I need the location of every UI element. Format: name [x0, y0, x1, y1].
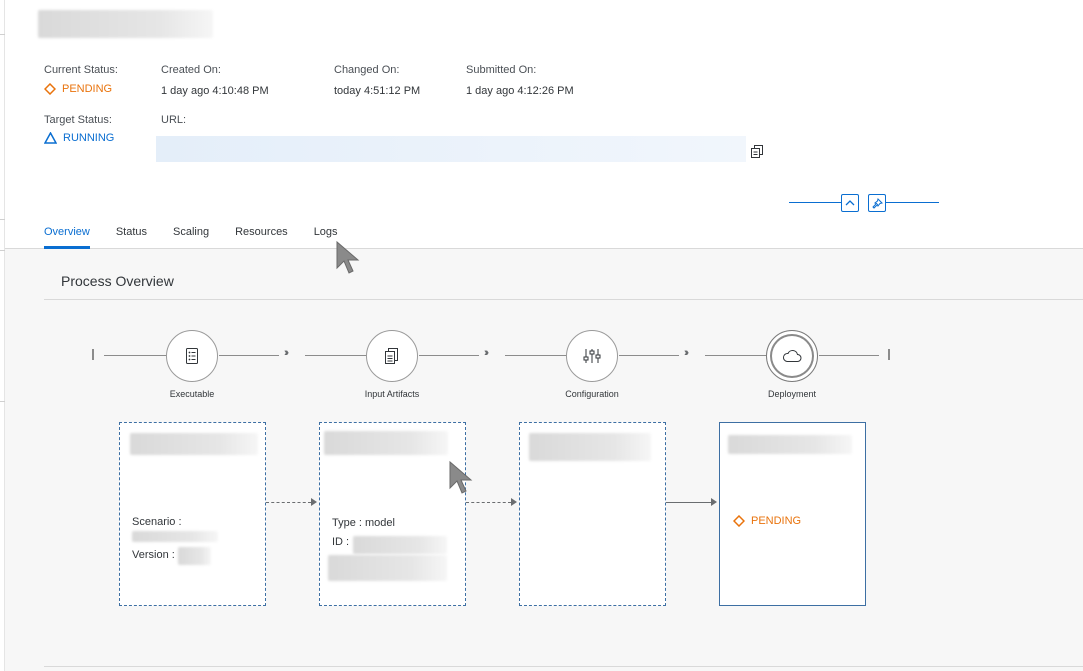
documents-icon	[385, 348, 398, 364]
collapse-line	[886, 202, 939, 203]
deployment-status: PENDING	[733, 515, 801, 527]
changed-on-value: today 4:51:12 PM	[334, 85, 421, 97]
arrow-icon	[711, 498, 717, 506]
blurred-title	[38, 10, 213, 38]
flow-line	[705, 355, 766, 356]
current-status-label: Current Status:	[44, 64, 118, 76]
edge-mark	[0, 250, 5, 251]
changed-on-label: Changed On:	[334, 64, 400, 76]
flow-line	[819, 355, 879, 356]
current-status-value: PENDING	[62, 83, 113, 95]
url-label: URL:	[161, 114, 187, 126]
section-divider	[44, 666, 1083, 667]
artifact-id-label: ID :	[332, 536, 350, 548]
arrow-icon	[311, 498, 317, 506]
blurred-scenario	[132, 531, 218, 542]
target-status-value: RUNNING	[63, 132, 115, 144]
tab-overview[interactable]: Overview	[44, 222, 90, 249]
card-connector	[666, 502, 711, 503]
pin-header-button[interactable]	[868, 194, 886, 212]
chevrons-icon: ›››	[284, 347, 289, 359]
flow-start-cap	[92, 349, 94, 360]
current-status: PENDING	[44, 83, 112, 95]
submitted-on-value: 1 day ago 4:12:26 PM	[466, 85, 574, 97]
tab-scaling[interactable]: Scaling	[173, 222, 209, 249]
mouse-cursor-icon	[336, 240, 360, 274]
edge-mark	[0, 34, 5, 35]
tab-logs[interactable]: Logs	[314, 222, 338, 249]
step-label: Configuration	[565, 389, 619, 399]
target-status-label: Target Status:	[44, 114, 112, 126]
edge-mark	[0, 401, 5, 402]
version-label: Version :	[132, 549, 175, 561]
card-connector	[266, 502, 311, 503]
flow-line	[505, 355, 566, 356]
diamond-icon	[44, 83, 56, 95]
collapse-line	[789, 202, 841, 203]
step-configuration[interactable]	[566, 330, 618, 382]
flow-line	[104, 355, 166, 356]
artifact-type: Type : model	[332, 517, 395, 529]
pin-icon	[871, 197, 883, 209]
input-artifacts-card[interactable]: Type : model ID :	[319, 422, 466, 606]
section-title: Process Overview	[61, 273, 174, 289]
deployment-status-value: PENDING	[751, 515, 802, 527]
url-field[interactable]	[156, 136, 746, 162]
left-edge-strip	[0, 0, 5, 671]
flow-line	[219, 355, 279, 356]
list-icon	[186, 348, 198, 364]
edge-mark	[0, 219, 5, 220]
flow-line	[619, 355, 679, 356]
executable-card[interactable]: Scenario : Version :	[119, 422, 266, 606]
step-label: Deployment	[767, 389, 817, 399]
triangle-icon	[44, 132, 57, 144]
tab-bar: Overview Status Scaling Resources Logs	[44, 222, 364, 249]
collapse-header-button[interactable]	[841, 194, 859, 212]
deployment-card[interactable]: PENDING	[719, 422, 866, 606]
section-divider	[44, 299, 1083, 300]
tab-resources[interactable]: Resources	[235, 222, 288, 249]
chevrons-icon: ›››	[684, 347, 689, 359]
blurred-id	[328, 555, 447, 581]
flow-end-cap	[888, 349, 890, 360]
step-label: Executable	[169, 389, 215, 399]
blurred-name	[324, 431, 448, 455]
arrow-icon	[511, 498, 517, 506]
chevron-up-icon	[845, 200, 855, 206]
configuration-card[interactable]	[519, 422, 666, 606]
blurred-id	[353, 536, 447, 554]
submitted-on-label: Submitted On:	[466, 64, 537, 76]
step-executable[interactable]	[166, 330, 218, 382]
sliders-icon	[583, 349, 601, 363]
blurred-name	[728, 435, 852, 454]
scenario-label: Scenario :	[132, 516, 182, 528]
header-collapse-bar	[789, 193, 939, 213]
mouse-cursor-icon	[449, 460, 473, 494]
step-input-artifacts[interactable]	[366, 330, 418, 382]
card-connector	[466, 502, 511, 503]
target-status: RUNNING	[44, 132, 114, 144]
flow-line	[305, 355, 366, 356]
blurred-version	[178, 547, 211, 565]
blurred-name	[529, 433, 651, 461]
tab-status[interactable]: Status	[116, 222, 147, 249]
chevrons-icon: ›››	[484, 347, 489, 359]
copy-icon[interactable]	[751, 145, 764, 158]
created-on-label: Created On:	[161, 64, 221, 76]
blurred-name	[130, 433, 258, 455]
created-on-value: 1 day ago 4:10:48 PM	[161, 85, 269, 97]
diamond-icon	[733, 515, 745, 527]
step-deployment[interactable]	[766, 330, 818, 382]
step-label: Input Artifacts	[364, 389, 420, 399]
object-header: Current Status: PENDING Target Status: R…	[0, 0, 1083, 249]
flow-line	[419, 355, 479, 356]
cloud-icon	[783, 349, 802, 362]
